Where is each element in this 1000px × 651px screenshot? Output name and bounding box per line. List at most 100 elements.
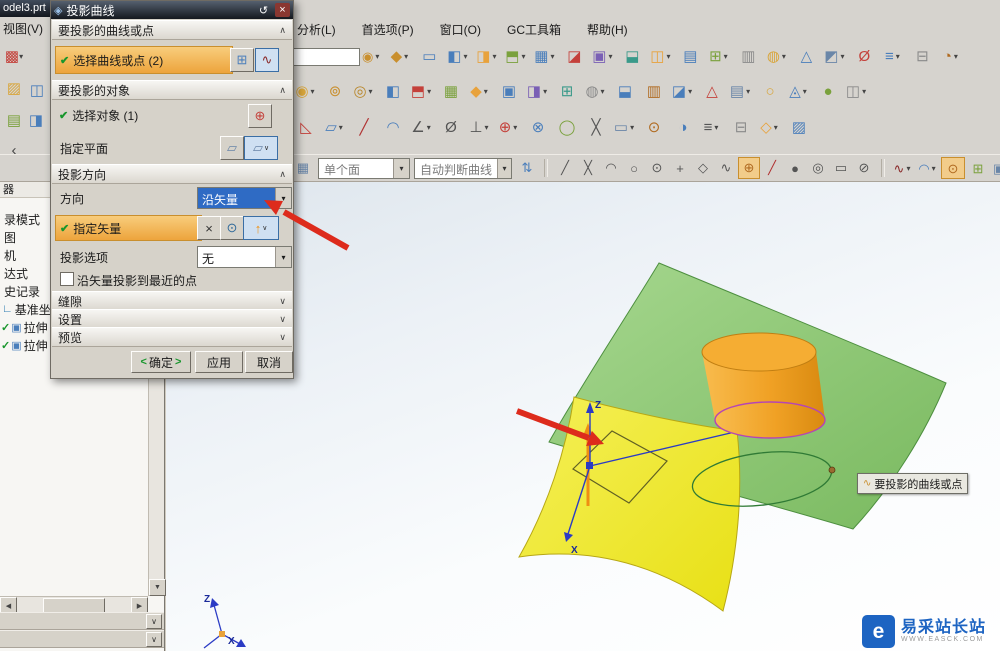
dialog-reset-button[interactable]: ↺	[256, 3, 271, 17]
plane-dialog-button[interactable]: ▱ ∨	[244, 136, 278, 160]
toolbar-icon[interactable]: ▤	[3, 109, 25, 131]
snap-point-icon[interactable]: ▭	[830, 157, 852, 179]
toolbar-icon[interactable]: ◎ ▾	[350, 79, 378, 105]
dropdown-arrow-icon[interactable]: ▾	[483, 123, 491, 132]
dropdown-arrow-icon[interactable]: ▾	[402, 52, 410, 61]
dropdown-arrow-icon[interactable]: ▾	[772, 123, 780, 132]
item-check-icon[interactable]: ✓	[1, 339, 10, 352]
menu-item[interactable]: 分析(L)	[294, 20, 339, 39]
snap-point-icon[interactable]: ◇	[692, 157, 714, 179]
toolbar-icon[interactable]: ◧	[379, 79, 407, 105]
dropdown-arrow-icon[interactable]: ▾	[894, 52, 902, 61]
toolbar-icon[interactable]: ◇ ▾	[756, 115, 784, 141]
snap-point-icon[interactable]: ◎	[807, 157, 829, 179]
toolbar-icon[interactable]: ◪ ▾	[669, 79, 697, 105]
scroll-down-button[interactable]: ▼	[149, 579, 166, 596]
toolbar-icon[interactable]: ╳	[582, 115, 610, 141]
vector-constructor-button[interactable]: ↑ ∨	[243, 216, 279, 240]
dropdown-arrow-icon[interactable]: ▾	[744, 87, 752, 96]
section-preview[interactable]: 预览 ∨	[52, 327, 292, 347]
toolbar-icon[interactable]: ◔ ▾	[937, 44, 965, 70]
toolbar-icon[interactable]: ≡ ▾	[879, 44, 907, 70]
toolbar-icon[interactable]: ◨	[25, 109, 47, 131]
navigator-pane-dependencies[interactable]: ∨	[0, 612, 164, 630]
dropdown-arrow-icon[interactable]: ▾	[664, 52, 672, 61]
dropdown-arrow-icon[interactable]: ▾	[599, 87, 607, 96]
chevron-up-icon[interactable]: ∧	[279, 85, 286, 96]
toolbar-icon[interactable]: ⊞ ▾	[705, 44, 733, 70]
chevron-down-icon[interactable]: ▾	[497, 158, 511, 178]
toolbar-icon[interactable]: ⊥ ▾	[466, 115, 494, 141]
dropdown-arrow-icon[interactable]: ▾	[482, 87, 490, 96]
snap-point-icon[interactable]: ╱	[554, 157, 576, 179]
selection-tool-icon[interactable]: ⇅	[516, 157, 538, 179]
chevron-down-icon[interactable]: ∨	[279, 332, 286, 343]
ok-button[interactable]: < 确定 >	[131, 351, 191, 373]
toolbar-icon[interactable]: △	[792, 44, 820, 70]
toolbar-icon[interactable]: ▣	[495, 79, 523, 105]
toolbar-icon[interactable]: ◪	[560, 44, 588, 70]
direction-combo[interactable]: 沿矢量 ▾	[197, 187, 292, 209]
dropdown-arrow-icon[interactable]: ▾	[367, 87, 375, 96]
snap-point-icon[interactable]: +	[669, 157, 691, 179]
chevron-down-icon[interactable]: ▾	[275, 247, 291, 267]
nearest-point-checkbox[interactable]	[60, 272, 74, 286]
menu-item[interactable]: 帮助(H)	[584, 20, 631, 39]
dropdown-arrow-icon[interactable]: ▾	[309, 87, 317, 96]
toolbar-icon[interactable]: ⊕ ▾	[495, 115, 523, 141]
toolbar-icon[interactable]: ◨ ▾	[524, 79, 552, 105]
toolbar-icon[interactable]: ≡ ▾	[698, 115, 726, 141]
toolbar-icon[interactable]: ⬒ ▾	[408, 79, 436, 105]
section-gap[interactable]: 缝隙 ∨	[52, 291, 292, 311]
curve-rule-combo[interactable]: 自动判断曲线 ▾	[414, 157, 512, 179]
snap-point-icon[interactable]: ●	[784, 157, 806, 179]
dropdown-arrow-icon[interactable]: ▾	[904, 164, 912, 173]
scrollbar-thumb[interactable]	[43, 598, 105, 613]
section-settings[interactable]: 设置 ∨	[52, 309, 292, 329]
dropdown-arrow-icon[interactable]: ▾	[425, 87, 433, 96]
apply-button[interactable]: 应用	[195, 351, 243, 373]
chevron-down-icon[interactable]: ∨	[279, 296, 286, 307]
toolbar-icon[interactable]: ⊚	[321, 79, 349, 105]
toolbar-icon[interactable]: ▱ ▾	[321, 115, 349, 141]
select-object-field[interactable]: ✔ 选择对象 (1)	[59, 107, 138, 124]
dropdown-arrow-icon[interactable]: ▾	[722, 52, 730, 61]
dropdown-arrow-icon[interactable]: ▾	[686, 87, 694, 96]
specify-vector-field[interactable]: ✔ 指定矢量	[55, 215, 202, 241]
snap-point-icon[interactable]: ○	[623, 157, 645, 179]
toolbar-icon[interactable]: ▤	[676, 44, 704, 70]
dialog-close-button[interactable]: ×	[275, 3, 290, 17]
toolbar-icon[interactable]: ▥	[640, 79, 668, 105]
toolbar-icon[interactable]: ◆ ▾	[466, 79, 494, 105]
menu-item[interactable]: GC工具箱	[504, 20, 564, 39]
toolbar-icon[interactable]: ⊞	[553, 79, 581, 105]
section-objects-to-project-to[interactable]: 要投影的对象 ∧	[52, 80, 292, 100]
snap-point-icon[interactable]: ⊙	[646, 157, 668, 179]
dropdown-arrow-icon[interactable]: ▾	[425, 123, 433, 132]
toolbar-icon[interactable]: ◫	[26, 79, 48, 101]
snap-point-icon[interactable]: ╳	[577, 157, 599, 179]
chevron-down-icon[interactable]: ∨	[264, 144, 269, 152]
toolbar-icon[interactable]: ∠ ▾	[408, 115, 436, 141]
section-curves-to-project[interactable]: 要投影的曲线或点 ∧	[52, 20, 292, 40]
search-dropdown-arrow[interactable]: ▾	[375, 52, 379, 61]
navigator-horizontal-scrollbar[interactable]: ◀ ▶	[0, 596, 148, 614]
toolbar-icon[interactable]: ▨	[3, 77, 25, 99]
dropdown-arrow-icon[interactable]: ▾	[860, 87, 868, 96]
dropdown-arrow-icon[interactable]: ▾	[780, 52, 788, 61]
toolbar-icon[interactable]: △	[698, 79, 726, 105]
chevron-down-icon[interactable]: ∨	[262, 224, 267, 232]
selection-option-icon[interactable]: ∿ ▾	[891, 157, 915, 179]
selection-option-icon[interactable]: ▣ ▾	[991, 157, 1000, 179]
toolbar-icon[interactable]: Ø	[437, 115, 465, 141]
dropdown-arrow-icon[interactable]: ▾	[952, 52, 960, 61]
toolbar-icon[interactable]: ⊟	[908, 44, 936, 70]
toolbar-icon[interactable]: ◠	[379, 115, 407, 141]
item-check-icon[interactable]: ✓	[1, 321, 10, 334]
dropdown-arrow-icon[interactable]: ▾	[19, 52, 23, 61]
navigator-pane-details[interactable]: ∨	[0, 630, 164, 648]
chevron-up-icon[interactable]: ∧	[279, 25, 286, 36]
toolbar-icon[interactable]: ◨ ▾	[473, 44, 501, 70]
dropdown-arrow-icon[interactable]: ▾	[337, 123, 345, 132]
selection-option-icon[interactable]: ◠ ▾	[916, 157, 940, 179]
